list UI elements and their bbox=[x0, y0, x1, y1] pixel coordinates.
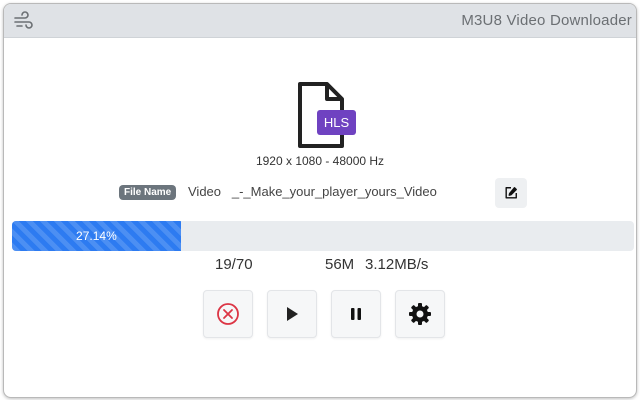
edit-icon bbox=[505, 187, 517, 199]
play-icon bbox=[287, 307, 298, 321]
stop-icon bbox=[217, 303, 239, 325]
play-button[interactable] bbox=[267, 290, 317, 338]
media-info: 1920 x 1080 - 48000 Hz bbox=[255, 154, 385, 168]
settings-button[interactable] bbox=[395, 290, 445, 338]
title-bar: M3U8 Video Downloader bbox=[4, 4, 636, 38]
filename-badge: File Name bbox=[119, 185, 177, 200]
hls-label: HLS bbox=[324, 115, 350, 130]
pause-icon bbox=[351, 308, 361, 320]
edit-filename-button[interactable] bbox=[495, 178, 527, 208]
fragment-count: 19/70 bbox=[215, 256, 253, 273]
download-speed: 3.12MB/s bbox=[365, 256, 429, 273]
app-title: M3U8 Video Downloader bbox=[461, 12, 632, 29]
hls-file-icon: HLS bbox=[294, 80, 358, 152]
filename-value[interactable]: Video _-_Make_your_player_yours_Video bbox=[188, 184, 437, 199]
downloaded-size: 56M bbox=[325, 256, 355, 273]
menu-icon[interactable] bbox=[13, 11, 35, 31]
progress-fill: 27.14% bbox=[12, 221, 181, 251]
app-window: M3U8 Video Downloader HLS 1920 x 1080 - … bbox=[3, 3, 637, 398]
stop-button[interactable] bbox=[203, 290, 253, 338]
gear-icon bbox=[409, 303, 431, 325]
download-progress: 27.14% bbox=[12, 221, 634, 251]
pause-button[interactable] bbox=[331, 290, 381, 338]
